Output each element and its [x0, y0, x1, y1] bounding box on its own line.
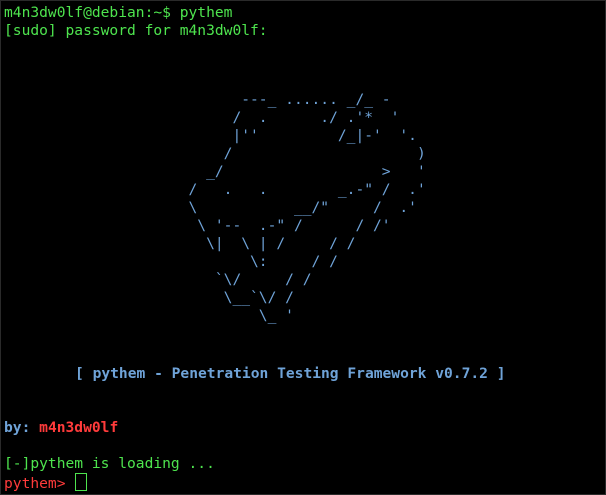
sudo-password-line: [sudo] password for m4n3dw0lf: — [4, 22, 268, 39]
pythem-logo-ascii-art: ---_ ...... _/_ - / . ./ .'* ' |'' /_|-'… — [188, 91, 426, 324]
pythem-prompt: pythem> — [4, 475, 66, 492]
shell-prompt-line: m4n3dw0lf@debian:~$ pythem — [4, 4, 233, 21]
framework-banner-text: [ pythem - Penetration Testing Framework… — [75, 365, 506, 382]
text-cursor[interactable] — [75, 473, 88, 491]
author-line: by: m4n3dw0lf — [4, 419, 118, 437]
loading-status-line: [-]pythem is loading ... — [4, 455, 215, 472]
author-name: m4n3dw0lf — [39, 419, 119, 436]
pythem-input-line[interactable]: pythem> — [4, 473, 88, 492]
framework-banner: [ pythem - Penetration Testing Framework… — [1, 365, 606, 383]
by-label: by: — [4, 419, 31, 436]
terminal-window[interactable]: m4n3dw0lf@debian:~$ pythem [sudo] passwo… — [0, 0, 606, 495]
